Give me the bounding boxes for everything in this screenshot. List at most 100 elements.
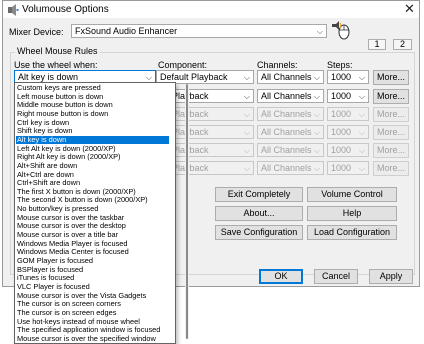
wheel-rules-group-label: Wheel Mouse Rules	[15, 46, 100, 56]
about-button[interactable]: About...	[215, 206, 303, 221]
dropdown-option[interactable]: Use hot-keys instead of mouse wheel	[16, 318, 169, 326]
tab-1[interactable]: 1	[368, 39, 386, 50]
scrollbar-thumb[interactable]	[186, 84, 188, 339]
chevron-down-icon: ⌵	[313, 110, 320, 119]
dropdown-option[interactable]: The second X button is down (2000/XP)	[16, 196, 169, 204]
chevron-down-icon: ⌵	[358, 110, 365, 119]
dropdown-option[interactable]: Mouse cursor is over the Vista Gadgets	[16, 292, 169, 300]
steps-header: Steps:	[327, 60, 353, 70]
more-button[interactable]: More...	[373, 89, 409, 104]
steps-value: 1000	[331, 145, 352, 155]
dropdown-option[interactable]: VLC Player is focused	[16, 283, 169, 291]
mixer-device-label: Mixer Device:	[9, 27, 64, 37]
dropdown-option[interactable]: Mouse cursor is over the taskbar	[16, 214, 169, 222]
channels-select[interactable]: All Channels ⌵	[257, 89, 324, 103]
chevron-down-icon: ⌵	[313, 128, 320, 137]
dropdown-option[interactable]: Left Alt key is down (2000/XP)	[16, 145, 169, 153]
more-button[interactable]: More...	[373, 161, 409, 176]
dropdown-option[interactable]: Windows Media Player is focused	[16, 240, 169, 248]
dropdown-option[interactable]: GOM Player is focused	[16, 257, 169, 265]
dropdown-option[interactable]: Mouse cursor is over a title bar	[16, 231, 169, 239]
dropdown-option[interactable]: The cursor is on screen corners	[16, 300, 169, 308]
steps-select[interactable]: 1000 ⌵	[327, 143, 369, 157]
apply-button[interactable]: Apply	[369, 269, 413, 284]
ok-button[interactable]: OK	[259, 269, 303, 284]
chevron-down-icon: ⌵	[145, 73, 152, 82]
chevron-down-icon: ⌵	[358, 92, 365, 101]
load-configuration-button[interactable]: Load Configuration	[307, 225, 397, 240]
more-button[interactable]: More...	[373, 107, 409, 122]
dropdown-option[interactable]: Left mouse button is down	[16, 93, 169, 101]
close-icon[interactable]: ✕	[404, 2, 415, 16]
dropdown-option[interactable]: The cursor is on screen edges	[16, 309, 169, 317]
cancel-button[interactable]: Cancel	[314, 269, 358, 284]
steps-select[interactable]: 1000 ⌵	[327, 89, 369, 103]
channels-value: All Channels	[261, 91, 312, 101]
channels-select[interactable]: All Channels ⌵	[257, 107, 324, 121]
mixer-device-select[interactable]: FxSound Audio Enhancer ⌵	[71, 24, 327, 38]
dropdown-option[interactable]: Middle mouse button is down	[16, 101, 169, 109]
dropdown-option[interactable]: The specified application window is focu…	[16, 326, 169, 334]
channels-select[interactable]: All Channels ⌵	[257, 143, 324, 157]
help-button[interactable]: Help	[307, 206, 397, 221]
channels-select[interactable]: All Channels ⌵	[257, 161, 324, 175]
dropdown-option[interactable]: Alt key is down	[16, 135, 169, 144]
chevron-down-icon: ⌵	[243, 146, 250, 155]
steps-select[interactable]: 1000 ⌵	[327, 161, 369, 175]
steps-value: 1000	[331, 127, 352, 137]
channels-value: All Channels	[261, 109, 312, 119]
exit-completely-button[interactable]: Exit Completely	[215, 187, 303, 202]
dropdown-option[interactable]: iTunes is focused	[16, 274, 169, 282]
mouse-speaker-icon	[329, 20, 353, 43]
dropdown-option[interactable]: Alt+Shift are down	[16, 162, 169, 170]
more-button[interactable]: More...	[373, 70, 409, 85]
channels-value: All Channels	[261, 145, 312, 155]
dropdown-option[interactable]: Right mouse button is down	[16, 110, 169, 118]
dropdown-option[interactable]: The first X button is down (2000/XP)	[16, 188, 169, 196]
save-configuration-button[interactable]: Save Configuration	[215, 225, 303, 240]
chevron-down-icon: ⌵	[243, 164, 250, 173]
steps-select[interactable]: 1000 ⌵	[327, 70, 369, 84]
dropdown-scrollbar[interactable]	[185, 84, 189, 339]
steps-select[interactable]: 1000 ⌵	[327, 125, 369, 139]
tab-2[interactable]: 2	[393, 39, 412, 50]
dropdown-option[interactable]: Mouse cursor is over the desktop	[16, 222, 169, 230]
channels-select[interactable]: All Channels ⌵	[257, 70, 324, 84]
chevron-down-icon: ⌵	[243, 92, 250, 101]
steps-value: 1000	[331, 91, 352, 101]
title-bar: Volumouse Options ✕	[3, 1, 419, 18]
dropdown-option[interactable]: Ctrl+Shift are down	[16, 179, 169, 187]
dropdown-option[interactable]: Right Alt key is down (2000/XP)	[16, 153, 169, 161]
dropdown-option[interactable]: Alt+Ctrl are down	[16, 171, 169, 179]
chevron-down-icon: ⌵	[243, 128, 250, 137]
chevron-down-icon: ⌵	[313, 73, 320, 82]
more-button[interactable]: More...	[373, 143, 409, 158]
volumouse-app-icon	[7, 4, 19, 19]
dropdown-option[interactable]: Windows Media Center is focused	[16, 248, 169, 256]
chevron-down-icon: ⌵	[313, 146, 320, 155]
dropdown-option[interactable]: BSPlayer is focused	[16, 266, 169, 274]
use-wheel-dropdown-list[interactable]: Custom keys are pressed Left mouse button…	[14, 82, 189, 344]
dropdown-option[interactable]: Custom keys are pressed	[16, 84, 169, 92]
channels-value: All Channels	[261, 163, 312, 173]
chevron-down-icon: ⌵	[313, 92, 320, 101]
dropdown-option[interactable]: Shift key is down	[16, 127, 169, 135]
channels-value: All Channels	[261, 72, 312, 82]
steps-value: 1000	[331, 72, 352, 82]
volume-control-button[interactable]: Volume Control	[307, 187, 397, 202]
chevron-down-icon: ⌵	[358, 73, 365, 82]
dropdown-option[interactable]: Mouse cursor is over the specified windo…	[16, 335, 169, 343]
chevron-down-icon: ⌵	[243, 73, 250, 82]
mixer-device-value: FxSound Audio Enhancer	[75, 26, 178, 36]
steps-value: 1000	[331, 109, 352, 119]
window-title: Volumouse Options	[22, 4, 109, 15]
chevron-down-icon: ⌵	[316, 27, 323, 36]
channels-header: Channels:	[257, 60, 298, 70]
steps-value: 1000	[331, 163, 352, 173]
steps-select[interactable]: 1000 ⌵	[327, 107, 369, 121]
chevron-down-icon: ⌵	[358, 164, 365, 173]
channels-select[interactable]: All Channels ⌵	[257, 125, 324, 139]
dropdown-option[interactable]: No button/key is pressed	[16, 205, 169, 213]
dropdown-option[interactable]: Ctrl key is down	[16, 119, 169, 127]
more-button[interactable]: More...	[373, 125, 409, 140]
